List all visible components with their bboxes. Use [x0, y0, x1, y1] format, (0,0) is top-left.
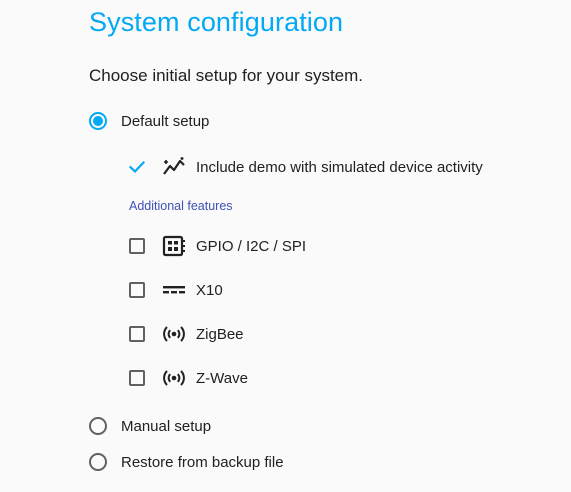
checkbox-label-gpio: GPIO / I2C / SPI — [196, 237, 307, 255]
checkbox-unchecked[interactable] — [129, 282, 145, 298]
checkbox-unchecked[interactable] — [129, 238, 145, 254]
checkbox-label-zigbee: ZigBee — [196, 325, 244, 343]
radio-manual-setup[interactable]: Manual setup — [89, 414, 211, 438]
radio-label-manual-setup: Manual setup — [121, 417, 212, 435]
radio-button-unselected[interactable] — [89, 417, 107, 435]
radio-button-unselected[interactable] — [89, 453, 107, 471]
page-title: System configuration — [89, 7, 344, 37]
checkbox-label-include-demo: Include demo with simulated device activ… — [196, 158, 483, 176]
radio-tower-icon — [162, 366, 186, 390]
chart-line-sparkle-icon — [162, 155, 186, 179]
setup-page: System configuration Choose initial setu… — [0, 0, 571, 492]
checkbox-row-zwave[interactable]: Z-Wave — [129, 366, 248, 390]
radio-label-restore-backup: Restore from backup file — [121, 453, 284, 471]
checkbox-label-x10: X10 — [196, 281, 223, 299]
radio-tower-icon — [162, 322, 186, 346]
checkbox-include-demo[interactable]: Include demo with simulated device activ… — [129, 155, 483, 179]
checkbox-checked[interactable] — [129, 159, 145, 175]
radio-button-selected[interactable] — [89, 112, 107, 130]
radio-restore-backup[interactable]: Restore from backup file — [89, 450, 284, 474]
checkbox-row-zigbee[interactable]: ZigBee — [129, 322, 244, 346]
checkbox-row-x10[interactable]: X10 — [129, 278, 223, 302]
section-label-additional-features: Additional features — [129, 199, 233, 213]
dc-current-icon — [162, 278, 186, 302]
checkmark-icon — [129, 160, 145, 174]
checkbox-label-zwave: Z-Wave — [196, 369, 248, 387]
radio-label-default-setup: Default setup — [121, 112, 210, 130]
chip-icon — [162, 234, 186, 258]
radio-default-setup[interactable]: Default setup — [89, 109, 209, 133]
page-subtitle: Choose initial setup for your system. — [89, 66, 364, 85]
checkbox-row-gpio[interactable]: GPIO / I2C / SPI — [129, 234, 306, 258]
radio-dot — [93, 116, 103, 126]
checkbox-unchecked[interactable] — [129, 326, 145, 342]
checkbox-unchecked[interactable] — [129, 370, 145, 386]
